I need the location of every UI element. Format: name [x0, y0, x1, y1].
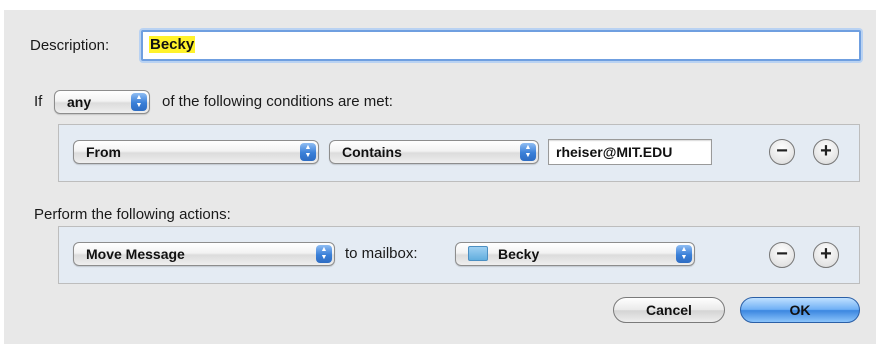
match-select-value: any — [67, 94, 92, 110]
condition-operator-select[interactable]: Contains ▲ ▼ — [329, 140, 539, 164]
conditions-suffix-label: of the following conditions are met: — [162, 93, 393, 110]
actions-heading: Perform the following actions: — [34, 206, 231, 223]
condition-value-field[interactable]: rheiser@MIT.EDU — [548, 139, 712, 165]
action-select-value: Move Message — [86, 246, 185, 262]
stepper-icon: ▲ ▼ — [300, 143, 316, 161]
folder-icon — [468, 246, 488, 261]
condition-operator-value: Contains — [342, 144, 402, 160]
to-mailbox-label: to mailbox: — [345, 245, 418, 262]
mailbox-select[interactable]: Becky ▲ ▼ — [455, 242, 695, 266]
match-select[interactable]: any ▲ ▼ — [54, 90, 150, 114]
mailbox-select-value: Becky — [498, 246, 540, 262]
stepper-icon: ▲ ▼ — [676, 245, 692, 263]
condition-field-value: From — [86, 144, 121, 160]
condition-field-select[interactable]: From ▲ ▼ — [73, 140, 319, 164]
remove-action-button[interactable]: − — [769, 242, 795, 268]
action-select[interactable]: Move Message ▲ ▼ — [73, 242, 335, 266]
add-condition-button[interactable]: + — [813, 139, 839, 165]
if-label: If — [34, 93, 43, 110]
description-field[interactable]: Becky — [141, 30, 861, 61]
stepper-icon: ▲ ▼ — [520, 143, 536, 161]
description-label: Description: — [30, 37, 110, 54]
ok-button[interactable]: OK — [740, 297, 860, 323]
remove-condition-button[interactable]: − — [769, 139, 795, 165]
add-action-button[interactable]: + — [813, 242, 839, 268]
stepper-icon: ▲ ▼ — [316, 245, 332, 263]
cancel-button[interactable]: Cancel — [613, 297, 725, 323]
description-value: Becky — [149, 36, 196, 53]
stepper-icon: ▲ ▼ — [131, 93, 147, 111]
